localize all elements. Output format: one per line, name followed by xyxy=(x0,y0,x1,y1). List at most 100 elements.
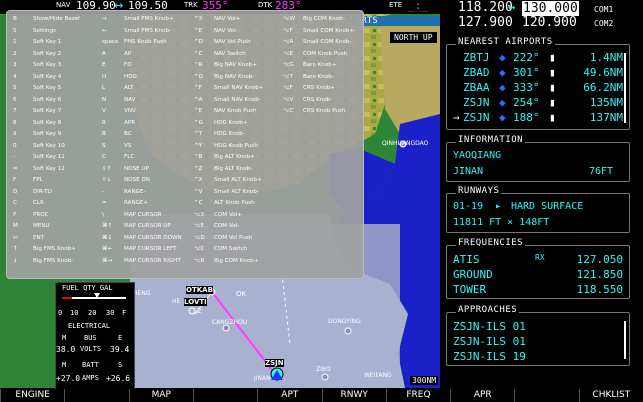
map-label-he: HE xyxy=(172,298,181,305)
shortcut-key: ⌥C xyxy=(194,246,205,252)
nearest-airport-row[interactable]: ZBTJ ◆ 222° ▮ 1.4NM xyxy=(453,51,623,65)
softkey-8[interactable]: APR xyxy=(450,389,514,402)
softkey-4[interactable] xyxy=(192,389,257,402)
map-orientation[interactable]: NORTH UP xyxy=(390,32,437,43)
softkey-6[interactable]: RNWY xyxy=(321,389,386,402)
shortcut-key: - xyxy=(102,188,105,195)
airport-distance: 1.4NM xyxy=(589,51,623,64)
shortcut-label: NAV xyxy=(124,96,136,103)
softkey-9[interactable] xyxy=(514,389,578,402)
shortcut-key: 9 xyxy=(13,131,17,137)
shortcut-label: CRS Knob- xyxy=(303,96,333,103)
shortcut-item: ^3 NAV Vol+ xyxy=(194,14,240,25)
shortcut-item: ↑ Big FMS Knob+ xyxy=(13,244,76,255)
airport-bearing: 333° xyxy=(513,81,540,94)
shortcut-item: ⌘↑ MAP CURSOR UP xyxy=(102,221,171,232)
shortcut-key: - xyxy=(13,154,16,160)
shortcut-label: RANGE+ xyxy=(124,200,149,206)
shortcut-item: ^E NAV Knob Push xyxy=(194,106,257,117)
fuel-electrical-panel: FUEL QTY GAL 0 10 20 30 F ELECTRICAL M B… xyxy=(55,282,135,390)
approaches-scrollbar[interactable] xyxy=(624,321,626,359)
shortcut-item: ⌥V CRS Knob- xyxy=(283,95,332,106)
shortcut-item: 1 Soft Key 1 xyxy=(13,37,61,48)
softkey-5[interactable]: APT xyxy=(257,389,321,402)
shortcut-key: ⌥F xyxy=(283,27,293,34)
shortcut-label: NAV Vol+ xyxy=(214,16,241,22)
nearest-scrollbar[interactable] xyxy=(624,53,626,123)
shortcut-key: C xyxy=(102,154,106,160)
softkey-2[interactable] xyxy=(64,389,128,402)
shortcut-key: ^D xyxy=(194,39,203,45)
shortcut-item: ⌥R Big COM Knob+ xyxy=(194,256,259,267)
softkey-3[interactable]: MAP xyxy=(128,389,193,402)
nearest-airport-row[interactable]: ZBAA ◆ 333° ▮ 66.2NM xyxy=(453,81,623,95)
shortcut-label: CRS Knob Push xyxy=(303,108,346,114)
shortcut-label: Small COM Knob- xyxy=(303,39,352,45)
nearest-airport-row[interactable]: ZBAD ◆ 301° ▮ 49.6NM xyxy=(453,66,623,80)
shortcut-key: → xyxy=(102,16,107,22)
frequency-value: 127.050 xyxy=(576,253,623,266)
shortcut-key: ^Q xyxy=(194,73,204,80)
map-range[interactable]: 300NM xyxy=(410,376,439,385)
shortcut-item: P PROC xyxy=(13,210,49,221)
bus-e-label: E xyxy=(118,334,123,342)
shortcut-label: COM Vol Push xyxy=(214,234,253,241)
approach-row[interactable]: ZSJN-ILS 01 xyxy=(453,320,623,334)
shortcut-key: L xyxy=(102,85,106,91)
com2-standby[interactable]: 120.900 xyxy=(522,15,577,30)
airport-id: ZSJN xyxy=(463,96,490,109)
com1-active[interactable]: 118.200 xyxy=(458,0,513,15)
shortcut-key: ^E xyxy=(194,27,203,34)
map-label-lovti: LOVTI xyxy=(184,298,207,306)
runway-next-icon[interactable]: ▸ xyxy=(495,201,501,212)
nearest-airport-row[interactable]: → ZSJN ◆ 188° ▮ 137NM xyxy=(453,111,623,125)
softkey-10[interactable]: CHKLIST xyxy=(578,389,643,402)
shortcut-key: ^T xyxy=(194,131,203,137)
electrical-title: ELECTRICAL xyxy=(68,322,111,330)
shortcut-label: MAP CURSOR LEFT xyxy=(124,246,177,252)
information-panel: INFORMATION YAOQIANG JINAN 76FT xyxy=(446,135,630,182)
shortcut-item: 8 Soft Key 8 xyxy=(13,118,61,129)
shortcut-label: ALT Knob Push xyxy=(214,200,255,206)
airport-icon: ◆ xyxy=(499,81,506,94)
shortcut-key: ⌥E xyxy=(194,223,204,229)
bearing-arrow-icon: ▮ xyxy=(549,66,556,79)
map-label-cangzhou: CANGZHOU xyxy=(212,319,248,326)
softkey-1[interactable]: ENGINE xyxy=(0,389,64,402)
shortcut-label: CRS Knob+ xyxy=(303,85,335,91)
info-city: JINAN xyxy=(453,166,484,177)
shortcut-label: Soft Key 1 xyxy=(33,39,62,45)
shortcut-item: ^B Big ALT Knob+ xyxy=(194,152,255,163)
shortcut-item: ^F Small NAV Knob+ xyxy=(194,83,263,94)
shortcut-label: VS xyxy=(124,142,132,149)
shortcut-key: space xyxy=(102,39,119,45)
approach-row[interactable]: ZSJN-ILS 01 xyxy=(453,335,623,349)
frequency-row[interactable]: ATIS RX 127.050 xyxy=(453,253,623,267)
shortcut-key: E xyxy=(102,62,106,68)
shortcut-label: NOSE DN xyxy=(124,177,150,183)
nearest-airport-row[interactable]: ZSJN ◆ 254° ▮ 135NM xyxy=(453,96,623,110)
shortcut-item: ⇧↑ NOSE UP xyxy=(102,164,149,175)
ete-value: _:_ xyxy=(408,0,428,12)
info-name: YAOQIANG xyxy=(453,150,502,161)
airport-bearing: 254° xyxy=(513,96,540,109)
com1-standby[interactable]: 130.000 xyxy=(522,1,579,16)
runway-id[interactable]: 01-19 xyxy=(453,201,483,212)
shortcut-label: MAP CURSOR xyxy=(124,211,162,218)
shortcut-label: Baro Knob- xyxy=(303,73,334,80)
shortcut-key: ⌘↓ xyxy=(102,234,113,241)
shortcut-label: Big NAV Knob- xyxy=(214,73,255,80)
nearest-airports-title: NEAREST AIRPORTS xyxy=(456,37,555,47)
frequency-row[interactable]: TOWER 118.550 xyxy=(453,283,623,297)
com2-active[interactable]: 127.900 xyxy=(458,15,513,30)
map-label-dongying: DONGYING xyxy=(328,318,361,325)
com1-swap-icon[interactable]: ↔ xyxy=(508,0,515,14)
softkey-7[interactable]: FREQ xyxy=(385,389,450,402)
shortcut-item: ^C ALT Knob Push xyxy=(194,198,255,209)
airport-bearing: 301° xyxy=(513,66,540,79)
approach-row[interactable]: ZSJN-ILS 19 xyxy=(453,350,623,364)
frequency-row[interactable]: GROUND 121.850 xyxy=(453,268,623,282)
shortcut-label: Small NAV Knob- xyxy=(214,96,261,103)
shortcut-item: ^E NAV Vol- xyxy=(194,26,238,37)
shortcut-key: ⇧↑ xyxy=(102,165,112,172)
